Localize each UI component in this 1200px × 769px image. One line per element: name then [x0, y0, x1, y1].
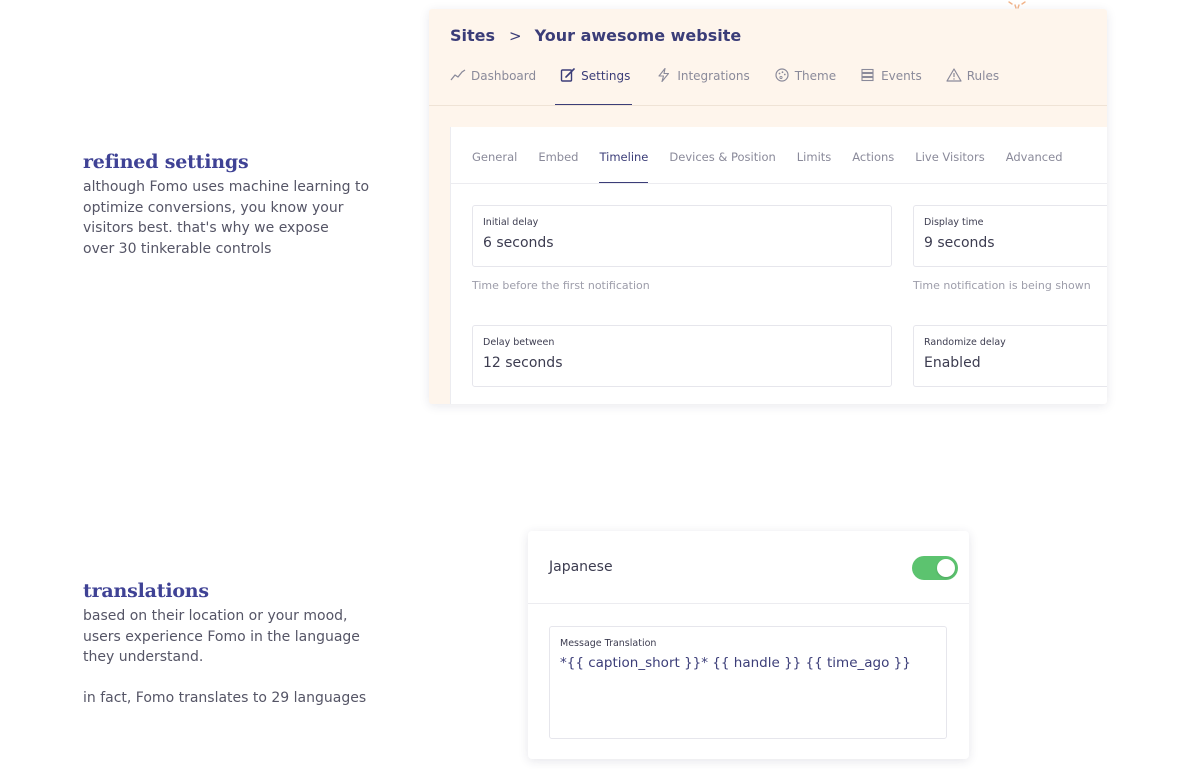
- site-main-nav: Dashboard Settings Integrations Theme Ev…: [450, 67, 1023, 105]
- toggle-knob: [937, 559, 955, 577]
- translations-description-line: users experience Fomo in the language: [83, 628, 360, 645]
- translations-heading: translations: [83, 580, 209, 602]
- language-enabled-toggle[interactable]: [912, 556, 958, 580]
- delay-between-label: Delay between: [483, 337, 555, 348]
- randomize-delay-value: Enabled: [924, 355, 981, 371]
- translation-card-divider: [528, 603, 969, 604]
- list-icon: [861, 68, 874, 82]
- breadcrumb-separator: >: [509, 26, 522, 45]
- languages-count-text: in fact, Fomo translates to 29 languages: [83, 689, 367, 706]
- lightning-icon: [658, 68, 670, 82]
- initial-delay-value: 6 seconds: [483, 235, 554, 251]
- nav-events-label: Events: [881, 69, 922, 83]
- translations-description-line: they understand.: [83, 649, 204, 666]
- display-time-hint: Time notification is being shown: [913, 279, 1091, 292]
- settings-description-line: over 30 tinkerable controls: [83, 240, 272, 257]
- nav-rules-label: Rules: [966, 69, 1000, 83]
- tab-general[interactable]: General: [472, 127, 517, 183]
- breadcrumb-sites-link[interactable]: Sites: [450, 26, 495, 45]
- tab-live-visitors[interactable]: Live Visitors: [915, 127, 984, 183]
- nav-divider: [429, 105, 1107, 106]
- translation-card: Japanese Message Translation *{{ caption…: [528, 531, 969, 759]
- translations-copy: translations based on their location or …: [83, 578, 383, 708]
- settings-copy: refined settings although Fomo uses mach…: [83, 149, 383, 259]
- settings-description: although Fomo uses machine learning to o…: [83, 177, 383, 259]
- edit-icon: [560, 68, 575, 82]
- chart-line-icon: [450, 69, 466, 81]
- tab-timeline[interactable]: Timeline: [599, 127, 649, 183]
- nav-theme[interactable]: Theme: [774, 67, 836, 105]
- settings-heading: refined settings: [83, 151, 249, 173]
- settings-description-line: although Fomo uses machine learning to: [83, 179, 370, 195]
- nav-dashboard-label: Dashboard: [471, 69, 537, 83]
- tab-devices-position[interactable]: Devices & Position: [669, 127, 775, 183]
- initial-delay-label: Initial delay: [483, 217, 539, 228]
- nav-settings[interactable]: Settings: [555, 67, 633, 105]
- randomize-delay-label: Randomize delay: [924, 337, 1006, 348]
- settings-sub-tabs: General Embed Timeline Devices & Positio…: [472, 127, 1084, 183]
- display-time-label: Display time: [924, 217, 984, 228]
- sub-tabs-divider: [451, 183, 1107, 184]
- randomize-delay-field[interactable]: Randomize delay Enabled: [913, 325, 1107, 387]
- tab-actions[interactable]: Actions: [852, 127, 894, 183]
- site-settings-card: Sites > Your awesome website Dashboard S…: [429, 9, 1107, 404]
- tab-limits[interactable]: Limits: [797, 127, 832, 183]
- breadcrumb: Sites > Your awesome website: [450, 26, 741, 45]
- delay-between-field[interactable]: Delay between 12 seconds: [472, 325, 892, 387]
- initial-delay-field[interactable]: Initial delay 6 seconds: [472, 205, 892, 267]
- delay-between-value: 12 seconds: [483, 355, 563, 371]
- translations-description-line: based on their location or your mood,: [83, 608, 348, 624]
- nav-dashboard[interactable]: Dashboard: [450, 67, 536, 105]
- settings-description-line: optimize conversions, you know your: [83, 199, 344, 216]
- message-translation-value: *{{ caption_short }}* {{ handle }} {{ ti…: [560, 655, 911, 671]
- tab-embed[interactable]: Embed: [538, 127, 578, 183]
- timeline-settings-panel: General Embed Timeline Devices & Positio…: [450, 127, 1107, 404]
- display-time-field[interactable]: Display time 9 seconds: [913, 205, 1107, 267]
- settings-description-line: visitors best. that's why we expose: [83, 220, 329, 237]
- translations-description: based on their location or your mood, us…: [83, 606, 383, 668]
- initial-delay-hint: Time before the first notification: [472, 279, 650, 292]
- nav-theme-label: Theme: [794, 69, 837, 83]
- tab-advanced[interactable]: Advanced: [1006, 127, 1063, 183]
- warning-icon: [946, 68, 962, 82]
- nav-integrations-label: Integrations: [677, 69, 750, 83]
- message-translation-field[interactable]: Message Translation *{{ caption_short }}…: [549, 626, 947, 739]
- nav-settings-label: Settings: [581, 69, 631, 83]
- display-time-value: 9 seconds: [924, 235, 995, 251]
- language-name: Japanese: [549, 559, 613, 575]
- palette-icon: [775, 68, 789, 82]
- nav-rules[interactable]: Rules: [946, 67, 999, 105]
- nav-events[interactable]: Events: [860, 67, 922, 105]
- nav-integrations[interactable]: Integrations: [656, 67, 750, 105]
- breadcrumb-current-site: Your awesome website: [534, 26, 742, 45]
- message-translation-label: Message Translation: [560, 638, 657, 649]
